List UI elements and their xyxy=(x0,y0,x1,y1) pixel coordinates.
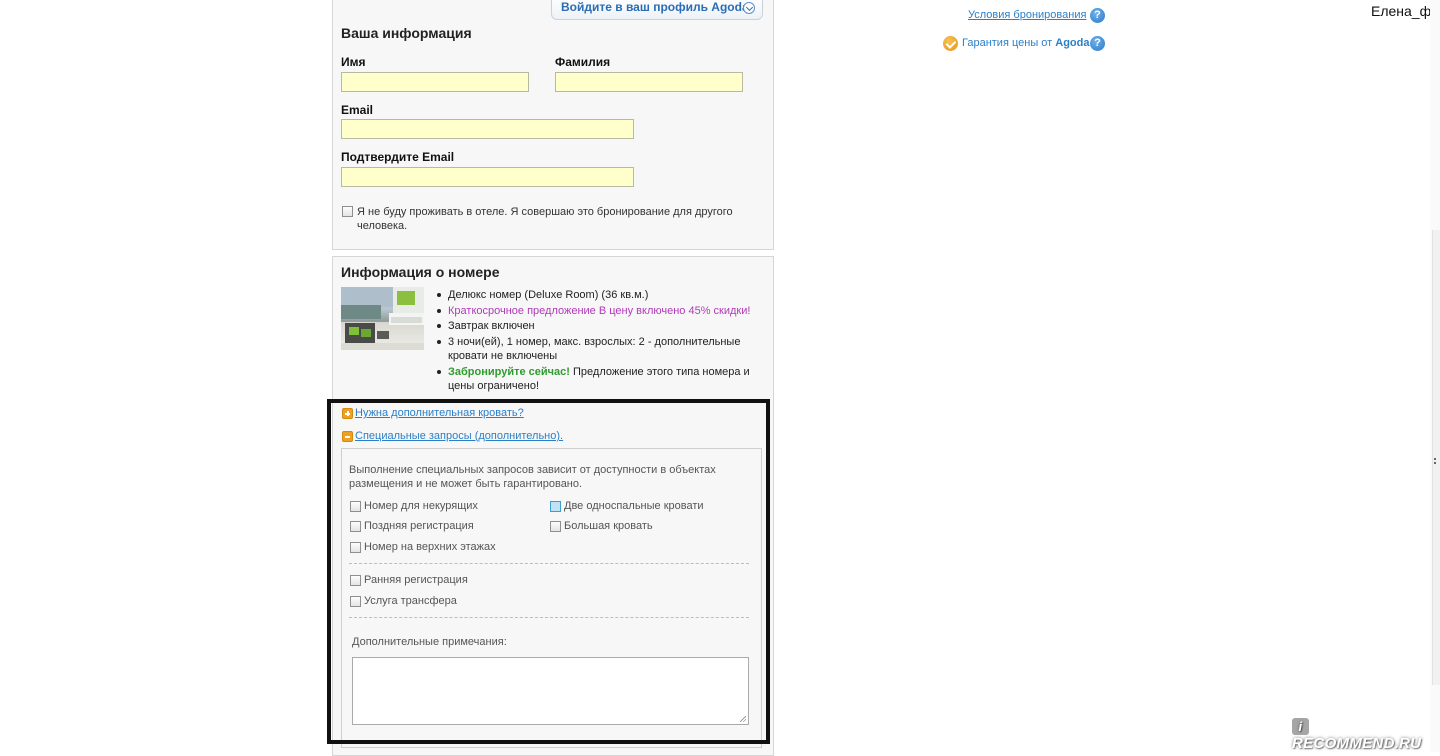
list-item: Завтрак включен xyxy=(435,319,765,334)
login-profile-button[interactable]: Войдите в ваш профиль Agoda xyxy=(551,0,763,20)
check-badge-icon xyxy=(943,36,958,51)
room-type-text: Делюкс номер (Deluxe Room) (36 кв.м.) xyxy=(448,289,649,301)
room-info-title: Информация о номере xyxy=(341,264,500,280)
email-input[interactable] xyxy=(341,119,634,139)
first-name-input[interactable] xyxy=(341,72,529,92)
list-item: 3 ночи(ей), 1 номер, макс. взрослых: 2 -… xyxy=(435,335,765,364)
last-name-label: Фамилия xyxy=(555,55,611,69)
help-icon[interactable]: ? xyxy=(1090,36,1105,51)
your-info-title: Ваша информация xyxy=(341,25,472,41)
not-staying-text: Я не буду проживать в отеле. Я совершаю … xyxy=(357,206,733,232)
login-profile-label: Войдите в ваш профиль Agoda xyxy=(561,0,749,14)
room-details-list: Делюкс номер (Deluxe Room) (36 кв.м.) Кр… xyxy=(435,288,765,395)
list-item: Забронируйте сейчас! Предложение этого т… xyxy=(435,365,765,394)
your-info-panel: Войдите в ваш профиль Agoda Ваша информа… xyxy=(332,0,774,250)
watermark-text: RECOMMEND.RU xyxy=(1292,735,1422,752)
confirm-email-label: Подтвердите Email xyxy=(341,150,455,164)
price-guarantee-brand: Agoda xyxy=(1055,37,1090,49)
list-item: Краткосрочное предложение В цену включен… xyxy=(435,304,765,319)
book-now-bold: Забронируйте сейчас! xyxy=(448,365,570,378)
watermark-logo-icon: i xyxy=(1292,718,1309,735)
price-guarantee-link[interactable]: Гарантия цены от Agoda xyxy=(962,37,1090,49)
price-guarantee-text: Гарантия цены от xyxy=(962,37,1056,49)
watermark: iRECOMMEND.RU xyxy=(1292,718,1440,752)
email-label: Email xyxy=(341,103,374,117)
not-staying-checkbox[interactable] xyxy=(342,206,353,217)
help-icon[interactable]: ? xyxy=(1090,8,1105,23)
scroll-marker xyxy=(1434,458,1436,460)
room-photo xyxy=(341,287,424,350)
booking-terms-link[interactable]: Условия бронирования xyxy=(968,9,1086,21)
confirm-email-input[interactable] xyxy=(341,167,634,187)
last-name-input[interactable] xyxy=(555,72,743,92)
chevron-down-icon xyxy=(743,2,755,14)
occupancy-text: 3 ночи(ей), 1 номер, макс. взрослых: 2 -… xyxy=(448,335,741,363)
scroll-marker xyxy=(1434,462,1436,464)
username[interactable]: Елена_фк xyxy=(1371,3,1437,19)
promo-text: Краткосрочное предложение В цену включен… xyxy=(448,304,751,317)
first-name-label: Имя xyxy=(341,55,366,69)
list-item: Делюкс номер (Deluxe Room) (36 кв.м.) xyxy=(435,288,765,303)
highlight-frame xyxy=(327,399,770,744)
breakfast-text: Завтрак включен xyxy=(448,320,535,332)
